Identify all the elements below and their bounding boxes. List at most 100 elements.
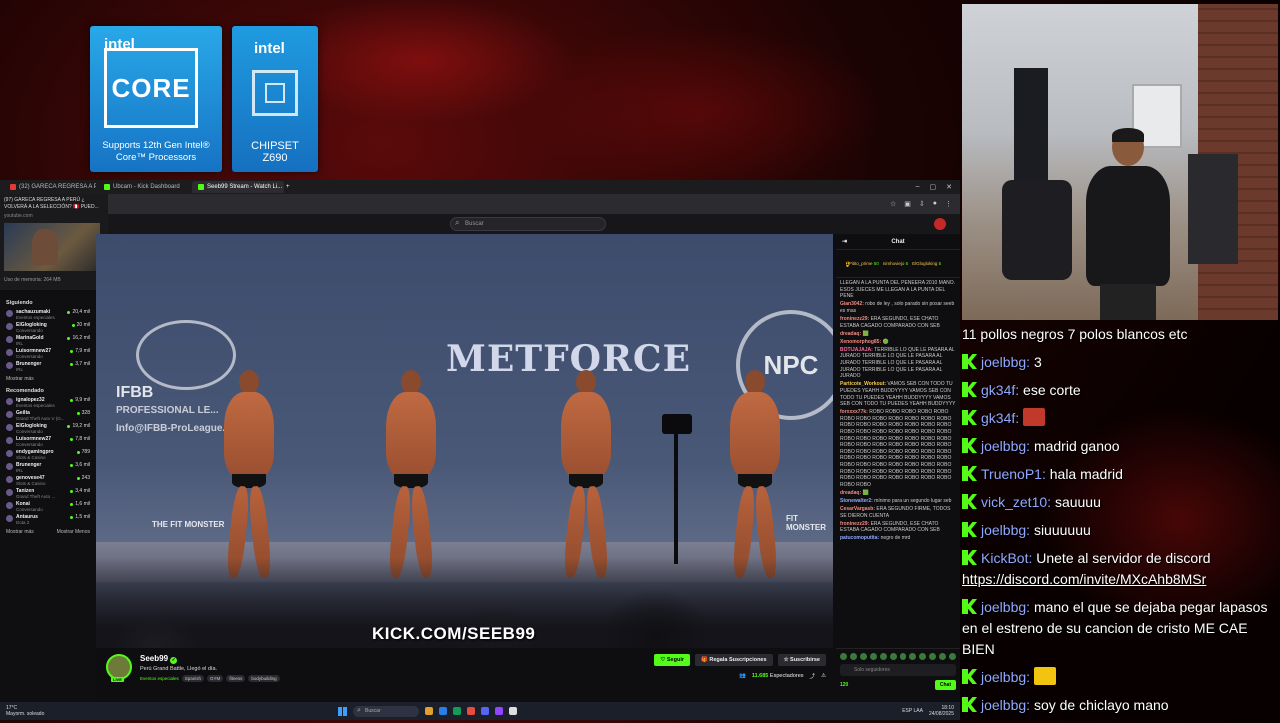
chat-username[interactable]: froninezz29: xyxy=(840,316,871,322)
chat-username[interactable]: dreadaq: xyxy=(840,490,863,496)
kick-badge-icon xyxy=(962,382,977,397)
live-badge: LIVE xyxy=(111,677,124,682)
chat-username[interactable]: forxxxx77k: xyxy=(840,409,869,415)
sidebar-viewer-count: 7,8 mil xyxy=(70,436,90,442)
emote-icon[interactable] xyxy=(840,653,847,660)
stream-actions: ♡ Seguir 🎁 Regala Suscripciones ☆ Suscri… xyxy=(654,654,826,698)
chat-username[interactable]: BOTIJAJAJA: xyxy=(840,347,874,353)
browser-tab[interactable]: Seeb99 Stream - Watch Li... xyxy=(192,181,284,193)
subscribe-button[interactable]: ☆ Suscribirse xyxy=(777,654,826,666)
emote-icon[interactable] xyxy=(949,653,957,660)
follow-button[interactable]: ♡ Seguir xyxy=(654,654,690,666)
browser-tab[interactable]: (32) GARECA REGRESA A PERÚ xyxy=(4,181,96,193)
youtube-tab-preview: (97) GARECA REGRESA A PERÚ ¿ VOLVERÁ A L… xyxy=(0,194,108,290)
chat-input[interactable]: Solo seguidores xyxy=(840,664,956,676)
star-icon[interactable]: ☆ xyxy=(890,200,896,208)
chat-username[interactable]: Particote_Workout: xyxy=(840,381,887,387)
extension-icon[interactable]: ▣ xyxy=(904,200,911,208)
top-gifter[interactable]: nimhoviejo 5 xyxy=(883,261,908,266)
gifter-name: ElGlogloking xyxy=(912,261,939,266)
kick-badge-icon xyxy=(962,494,977,509)
discord-icon[interactable] xyxy=(481,707,489,715)
new-tab-icon[interactable]: + xyxy=(286,184,290,190)
minimize-icon[interactable]: – xyxy=(916,183,920,191)
emote-icon[interactable] xyxy=(849,653,857,660)
profile-icon[interactable]: ● xyxy=(933,200,937,208)
address-bar[interactable]: ← → ↻ ☆ ▣ ⇩ ● ⋮ xyxy=(0,194,960,214)
stream-tag[interactable]: fitness xyxy=(226,675,246,682)
emote-icon[interactable] xyxy=(889,653,897,660)
sidebar-channel[interactable]: endygamingpro Slots & Casino 789 xyxy=(6,449,90,462)
chat-username[interactable]: Stonewalter2: xyxy=(840,498,874,504)
chat-username[interactable]: dreadaq: xyxy=(840,331,863,337)
emote-icon[interactable] xyxy=(929,653,937,660)
show-less-recommended[interactable]: Mostrar Menos xyxy=(57,529,90,535)
stream-tag[interactable]: bodybuilding xyxy=(248,675,280,682)
chat-message: dreadaq: 🟩 xyxy=(840,331,956,338)
menu-icon[interactable]: ⋮ xyxy=(945,200,952,208)
weather-widget[interactable]: 17°C Mayorm. soleado xyxy=(0,705,80,717)
user-avatar[interactable] xyxy=(934,218,946,230)
collapse-chat-icon[interactable]: ⇥ xyxy=(842,238,847,245)
chat-username[interactable]: CesarVargasb: xyxy=(840,506,876,512)
chat-username[interactable]: Gian3042: xyxy=(840,301,865,307)
discord-link[interactable]: https://discord.com/invite/MXcAhb8MSr xyxy=(962,571,1206,587)
chrome-icon[interactable] xyxy=(453,707,461,715)
top-gifter[interactable]: 1Pitito_prime 50 xyxy=(846,260,879,268)
show-more-recommended[interactable]: Mostrar más xyxy=(6,529,34,535)
chat-username[interactable]: Xenomorphog85: xyxy=(840,339,883,345)
sidebar-channel-category: Grand Theft Auto V (G... xyxy=(16,416,65,421)
overlay-text: siuuuuuu xyxy=(1033,522,1091,538)
stream-tag[interactable]: GYM xyxy=(207,675,224,682)
emote-icon[interactable] xyxy=(899,653,907,660)
show-more-following[interactable]: Mostrar más xyxy=(6,376,34,382)
share-icon[interactable]: ⤴ xyxy=(810,672,816,680)
sidebar-channel[interactable]: Luisormnew27 Conversando 7,8 mil xyxy=(6,436,90,449)
sidebar-channel[interactable]: MarinaGold IRL 16,2 mil xyxy=(6,335,90,348)
sidebar-channel[interactable]: Konai Conversando 1,6 mil xyxy=(6,501,90,514)
taskbar-search[interactable]: Buscar xyxy=(353,705,419,717)
edge-icon[interactable] xyxy=(439,707,447,715)
sidebar-channel[interactable]: genovese47 Slots & Casino 243 xyxy=(6,475,90,488)
gift-subs-button[interactable]: 🎁 Regala Suscripciones xyxy=(695,654,773,666)
chat-username[interactable]: patucomoputita: xyxy=(840,535,881,541)
emote-icon[interactable] xyxy=(909,653,917,660)
sidebar-channel[interactable]: ElGlogloking Conversando 20 mil xyxy=(6,322,90,335)
report-icon[interactable]: ⚠ xyxy=(821,673,826,679)
lang-indicator[interactable]: ESP LAA xyxy=(902,708,923,714)
video-player[interactable]: IFBB PROFESSIONAL LE... Info@IFBB-ProLea… xyxy=(96,234,833,648)
channel-avatar[interactable]: LIVE xyxy=(106,654,132,682)
app-icon[interactable] xyxy=(495,707,503,715)
clock[interactable]: 18:10 24/08/2025 xyxy=(929,705,954,717)
obs-icon[interactable] xyxy=(509,707,517,715)
send-chat-button[interactable]: Chat xyxy=(934,680,956,690)
sidebar-channel[interactable]: Geilta Grand Theft Auto V (G... 328 xyxy=(6,410,90,423)
emote-icon[interactable] xyxy=(879,653,887,660)
download-icon[interactable]: ⇩ xyxy=(919,200,925,208)
emote-icon[interactable] xyxy=(939,653,947,660)
sidebar-channel[interactable]: Brunenger IRL 3,6 mil xyxy=(6,462,90,475)
kick-search-input[interactable]: Buscar xyxy=(450,217,606,231)
sidebar-channel[interactable]: ignalopez32 Eventos especiales 9,9 mil xyxy=(6,397,90,410)
channel-name[interactable]: Seeb99 xyxy=(140,654,168,663)
emote-icon[interactable] xyxy=(869,653,877,660)
top-gifter[interactable]: ElGlogloking 5 xyxy=(912,261,941,266)
sidebar-channel[interactable]: sachauzumaki Eventos especiales 20,4 mil xyxy=(6,309,90,322)
windows-start-icon[interactable] xyxy=(338,706,347,716)
file-explorer-icon[interactable] xyxy=(425,707,433,715)
sidebar-channel[interactable]: Antaurus Dota 2 1,5 mil xyxy=(6,514,90,527)
stream-tag[interactable]: Spanish xyxy=(181,675,205,682)
category-link[interactable]: Eventos especiales xyxy=(140,676,179,681)
sidebar-channel[interactable]: ElGlogloking Conversando 19,2 mil xyxy=(6,423,90,436)
close-icon[interactable]: ✕ xyxy=(946,183,952,191)
sidebar-channel[interactable]: Tanizen Grand Theft Auto ... 3,4 mil xyxy=(6,488,90,501)
channel-points[interactable]: 120 xyxy=(840,682,848,688)
chat-username[interactable]: froninezz29: xyxy=(840,521,871,527)
browser-tab[interactable]: Ubcam - Kick Dashboard xyxy=(98,181,190,193)
sidebar-channel[interactable]: Brunenger IRL 3,7 mil xyxy=(6,361,90,374)
app-icon[interactable] xyxy=(467,707,475,715)
maximize-icon[interactable]: ▢ xyxy=(930,183,937,191)
sidebar-channel[interactable]: Luisormnew27 Conversando 7,9 mil xyxy=(6,348,90,361)
emote-icon[interactable] xyxy=(919,653,927,660)
emote-icon[interactable] xyxy=(859,653,867,660)
